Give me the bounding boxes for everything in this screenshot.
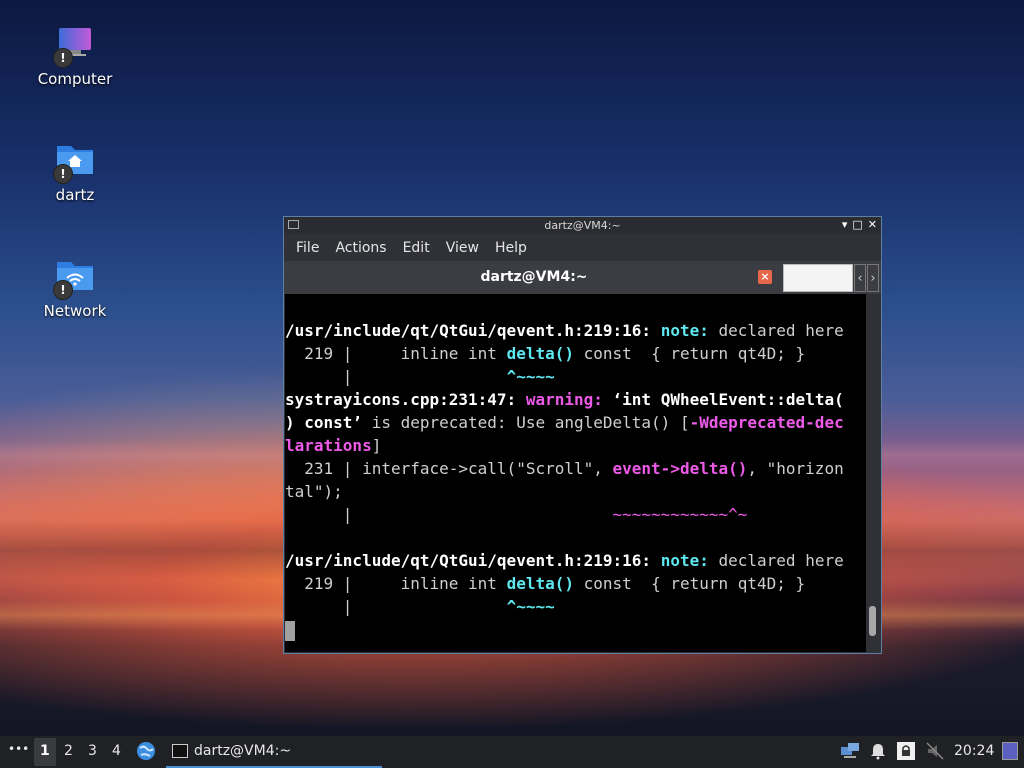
desktop-icon-home[interactable]: ! dartz [25,142,125,204]
window-titlebar[interactable]: dartz@VM4:~ ▾ □ ✕ [284,217,881,234]
console-line [285,618,866,641]
console-line: larations] [285,436,382,455]
network-status-icon[interactable] [840,742,860,764]
clock[interactable]: 20:24 [954,743,994,759]
taskbar-task-terminal[interactable]: dartz@VM4:~ [166,736,382,768]
network-folder-icon: ! [53,258,97,300]
scrollbar-thumb[interactable] [869,606,876,636]
console-line: 231 | interface->call("Scroll", event->d… [285,459,844,478]
menu-edit[interactable]: Edit [395,240,438,256]
volume-muted-icon[interactable] [926,742,944,764]
desktop-icon-label: Computer [37,70,113,88]
taskbar: ••• 1 2 3 4 dartz@VM4:~ 20:24 [0,736,1024,768]
console-line: | ~~~~~~~~~~~~^~ [285,505,748,524]
desktop-icon-network[interactable]: ! Network [25,258,125,320]
desktop-icon-label: dartz [55,186,95,204]
new-tab-area[interactable] [783,264,853,292]
home-folder-icon: ! [53,142,97,184]
console-line: | ^~~~~ [285,597,555,616]
minimize-button[interactable]: ▾ [842,218,848,231]
console-line: | ^~~~~ [285,367,555,386]
console-line: 219 | inline int delta() const { return … [285,344,806,363]
desktop-icon-computer[interactable]: ! Computer [25,26,125,88]
console-line: systrayicons.cpp:231:47: warning: ‘int Q… [285,390,844,409]
tab-bar: dartz@VM4:~ × ‹ › [284,261,881,295]
workspace-3[interactable]: 3 [88,743,97,759]
task-label: dartz@VM4:~ [194,743,292,759]
computer-icon: ! [53,26,97,68]
desktop-icon-label: Network [43,302,107,320]
workspace-4[interactable]: 4 [112,743,121,759]
tab-title[interactable]: dartz@VM4:~ [284,269,784,285]
console-line: tal"); [285,482,343,501]
menu-view[interactable]: View [438,240,487,256]
menu-actions[interactable]: Actions [327,240,394,256]
text-cursor [285,620,295,641]
notifications-bell-icon[interactable] [870,742,886,764]
workspace-1[interactable]: 1 [40,743,50,759]
console-line: 219 | inline int delta() const { return … [285,574,806,593]
window-title: dartz@VM4:~ [544,219,621,232]
tab-scroll-right-icon[interactable]: › [867,264,879,292]
maximize-button[interactable]: □ [852,218,862,231]
menu-file[interactable]: File [288,240,327,256]
menu-bar: File Actions Edit View Help [284,234,881,261]
close-button[interactable]: ✕ [868,218,877,231]
tab-close-icon[interactable]: × [758,270,772,284]
warning-badge: ! [53,164,73,184]
workspace-2[interactable]: 2 [64,743,73,759]
console-line: /usr/include/qt/QtGui/qevent.h:219:16: n… [285,321,844,340]
browser-icon[interactable] [136,741,156,765]
terminal-output[interactable]: /usr/include/qt/QtGui/qevent.h:219:16: n… [285,294,866,652]
tab-scroll-left-icon[interactable]: ‹ [854,264,866,292]
warning-badge: ! [53,280,73,300]
warning-badge: ! [53,48,73,68]
console-line: /usr/include/qt/QtGui/qevent.h:219:16: n… [285,551,844,570]
show-desktop-button[interactable] [1002,742,1018,760]
console-line: ) const’ is deprecated: Use angleDelta()… [285,413,844,432]
terminal-scrollbar[interactable] [866,294,880,652]
app-menu-button[interactable]: ••• [8,742,29,756]
terminal-icon [172,744,188,758]
terminal-window[interactable]: dartz@VM4:~ ▾ □ ✕ File Actions Edit View… [283,216,882,654]
lock-screen-icon[interactable] [896,741,916,765]
menu-help[interactable]: Help [487,240,535,256]
